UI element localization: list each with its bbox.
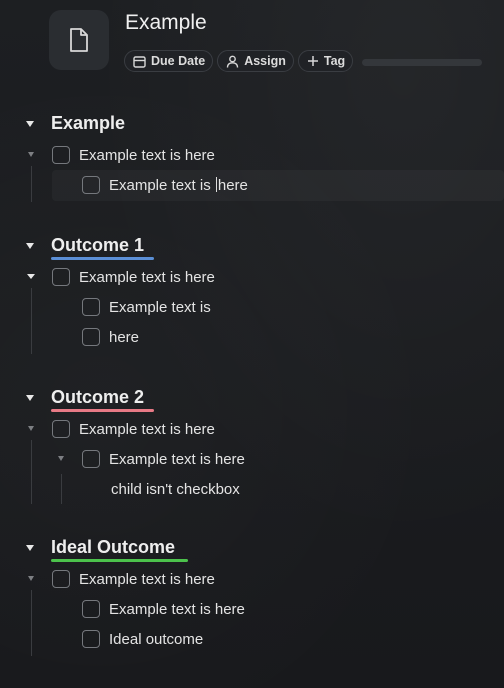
item-text[interactable]: Example text is here [79,147,215,164]
collapse-arrow-icon[interactable] [28,152,34,157]
checkbox[interactable] [52,420,70,438]
item-text[interactable]: Example text is [109,299,211,316]
heading-underline [51,559,188,562]
item-text[interactable]: Example text is here [79,421,215,438]
collapse-arrow-icon[interactable] [58,456,64,461]
checkbox[interactable] [52,570,70,588]
collapse-arrow-icon[interactable] [26,545,34,551]
calendar-icon [133,55,146,68]
item-text[interactable]: Ideal outcome [109,631,203,648]
indent-guide [31,288,32,354]
checkbox[interactable] [82,600,100,618]
checkbox[interactable] [82,298,100,316]
text-after-cursor: here [217,177,248,194]
checkbox[interactable] [82,630,100,648]
section-heading[interactable]: Outcome 2 [51,387,144,408]
collapse-arrow-icon[interactable] [28,576,34,581]
document-icon [70,28,88,52]
collapse-arrow-icon[interactable] [26,243,34,249]
collapse-arrow-icon[interactable] [26,395,34,401]
checkbox[interactable] [82,176,100,194]
assign-label: Assign [244,54,286,68]
heading-underline [51,409,154,412]
background [0,0,504,688]
collapse-arrow-icon[interactable] [26,121,34,127]
page-icon[interactable] [49,10,109,70]
section-heading[interactable]: Example [51,113,125,134]
assign-button[interactable]: Assign [217,50,294,72]
tag-button[interactable]: Tag [297,50,354,72]
collapse-arrow-icon[interactable] [27,274,35,279]
checkbox[interactable] [82,328,100,346]
checkbox[interactable] [82,450,100,468]
plus-icon [307,56,318,66]
item-text[interactable]: Example text is here [79,269,215,286]
item-text-editing[interactable]: Example text is here [109,177,248,194]
collapse-arrow-icon[interactable] [28,426,34,431]
page-title[interactable]: Example [125,11,207,35]
heading-underline [51,257,154,260]
indent-guide [31,590,32,656]
item-text[interactable]: here [109,329,139,346]
section-heading[interactable]: Ideal Outcome [51,537,175,558]
indent-guide [61,474,62,504]
tag-label: Tag [323,54,346,68]
property-bar: Due Date Assign Tag [124,50,354,72]
due-date-label: Due Date [151,54,206,68]
text-cursor [215,177,217,192]
indent-guide [31,166,32,202]
item-text[interactable]: Example text is here [109,601,245,618]
text-before-cursor: Example text is [109,177,215,194]
child-text[interactable]: child isn't checkbox [111,481,240,498]
user-icon [226,55,239,68]
item-text[interactable]: Example text is here [79,571,215,588]
due-date-button[interactable]: Due Date [124,50,214,72]
indent-guide [31,440,32,504]
section-heading[interactable]: Outcome 1 [51,235,144,256]
checkbox[interactable] [52,146,70,164]
item-text[interactable]: Example text is here [109,451,245,468]
progress-bar [362,59,482,66]
checkbox[interactable] [52,268,70,286]
